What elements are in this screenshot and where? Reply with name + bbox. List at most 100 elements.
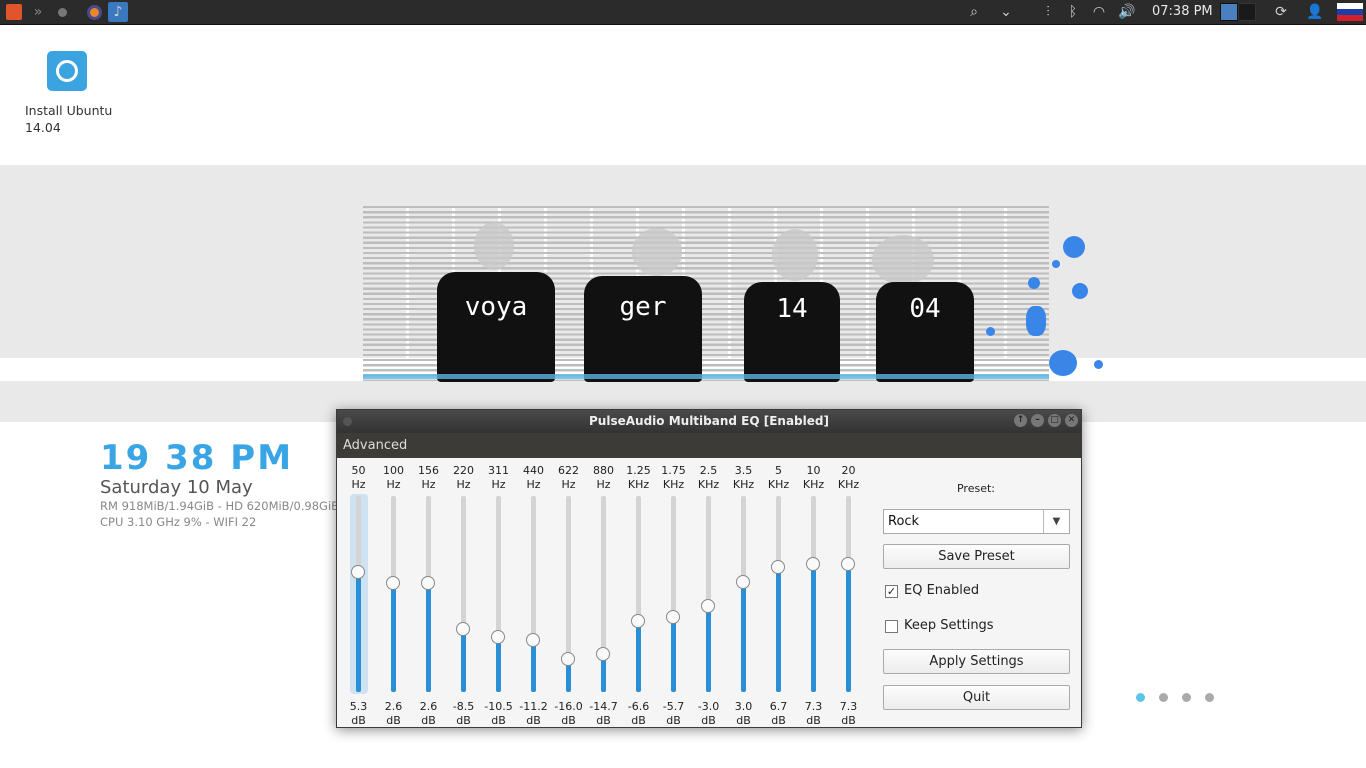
band-frequency-unit: KHz <box>767 478 790 491</box>
circle-icon[interactable] <box>54 2 70 22</box>
bluetooth-icon[interactable]: ᛒ <box>1064 2 1082 22</box>
preset-value: Rock <box>888 514 920 529</box>
volume-icon[interactable]: 🔊 <box>1116 2 1138 22</box>
forward-icon[interactable]: » <box>28 2 48 22</box>
quit-button[interactable]: Quit <box>883 685 1070 710</box>
band-slider-knob[interactable] <box>771 559 785 574</box>
band-value: -10.5 <box>484 700 513 713</box>
band-frequency: 1.75 <box>661 464 686 477</box>
eq-band: 100 Hz 2.6 dB <box>376 464 411 727</box>
band-slider-knob[interactable] <box>386 576 400 591</box>
wifi-icon[interactable]: ◠ <box>1088 2 1110 22</box>
band-frequency-unit: Hz <box>561 478 576 491</box>
band-frequency-unit: Hz <box>351 478 366 491</box>
band-slider-knob[interactable] <box>806 557 820 572</box>
band-frequency: 10 <box>806 464 821 477</box>
band-value: -16.0 <box>554 700 583 713</box>
chevron-down-icon[interactable]: ⌄ <box>996 2 1016 22</box>
eq-band: 50 Hz 5.3 dB <box>341 464 376 727</box>
workspace-icon[interactable] <box>1218 2 1258 22</box>
shirt-text: 04 <box>909 294 941 324</box>
slide-dot-2[interactable] <box>1159 693 1168 702</box>
search-icon[interactable]: ⌕ <box>964 2 984 22</box>
slide-dot-3[interactable] <box>1182 693 1191 702</box>
band-frequency: 156 <box>418 464 439 477</box>
band-value: 7.3 <box>839 700 858 713</box>
band-frequency-unit: KHz <box>732 478 755 491</box>
band-slider-fill <box>636 620 641 692</box>
band-slider-knob[interactable] <box>736 574 750 589</box>
band-slider-knob[interactable] <box>841 557 855 572</box>
preset-combobox[interactable]: Rock ▼ <box>883 509 1070 534</box>
slide-dot-4[interactable] <box>1205 693 1214 702</box>
dropdown-arrow-icon[interactable]: ▼ <box>1043 510 1069 533</box>
panel-clock[interactable]: 07:38 PM <box>1152 4 1213 19</box>
install-ubuntu-icon[interactable] <box>47 51 87 91</box>
band-value-unit: dB <box>351 714 366 727</box>
band-value: 3.0 <box>734 700 753 713</box>
band-value: -14.7 <box>589 700 618 713</box>
band-value: 7.3 <box>804 700 823 713</box>
save-preset-button[interactable]: Save Preset <box>883 544 1070 569</box>
minimize-icon[interactable]: – <box>1031 414 1044 427</box>
eq-band: 3.5 KHz 3.0 dB <box>726 464 761 727</box>
ubuntu-logo-icon[interactable] <box>4 2 24 22</box>
close-icon[interactable]: ✕ <box>1065 414 1078 427</box>
band-slider-fill <box>811 564 816 692</box>
band-slider-knob[interactable] <box>456 621 470 636</box>
refresh-icon[interactable]: ⟳ <box>1270 2 1292 22</box>
band-value: -5.7 <box>662 700 685 713</box>
band-frequency-unit: Hz <box>386 478 401 491</box>
slide-dot-1[interactable] <box>1136 693 1145 702</box>
band-frequency-unit: Hz <box>491 478 506 491</box>
band-slider-fill <box>706 606 711 692</box>
window-menu-icon[interactable] <box>343 417 352 426</box>
eq-band: 880 Hz -14.7 dB <box>586 464 621 727</box>
window-titlebar[interactable]: PulseAudio Multiband EQ [Enabled] ↑ – □ … <box>337 410 1081 433</box>
user-icon[interactable]: 👤 <box>1304 2 1326 22</box>
sound-app-icon[interactable]: ♪ <box>108 2 128 22</box>
band-value-unit: dB <box>421 714 436 727</box>
band-slider-knob[interactable] <box>561 652 575 667</box>
band-slider-fill <box>671 617 676 692</box>
band-slider-knob[interactable] <box>526 632 540 647</box>
menu-advanced[interactable]: Advanced <box>343 438 407 453</box>
band-slider-knob[interactable] <box>596 647 610 662</box>
band-slider-knob[interactable] <box>351 565 365 580</box>
firefox-icon[interactable] <box>84 2 104 22</box>
keep-settings-label: Keep Settings <box>904 618 994 633</box>
band-frequency-unit: Hz <box>526 478 541 491</box>
band-slider-fill <box>741 581 746 692</box>
install-ubuntu-label[interactable]: Install Ubuntu 14.04 <box>25 102 125 136</box>
band-frequency-unit: KHz <box>802 478 825 491</box>
band-slider-knob[interactable] <box>631 613 645 628</box>
conky-time: 19 38 PM <box>100 438 294 478</box>
shirt-text: voya <box>464 292 528 322</box>
apply-settings-button[interactable]: Apply Settings <box>883 649 1070 674</box>
band-slider-knob[interactable] <box>701 599 715 614</box>
eq-enabled-checkbox[interactable]: ✓ <box>885 585 898 598</box>
maximize-icon[interactable]: □ <box>1048 414 1061 427</box>
window-title: PulseAudio Multiband EQ [Enabled] <box>589 414 829 428</box>
eq-band: 220 Hz -8.5 dB <box>446 464 481 727</box>
band-slider-fill <box>776 566 781 692</box>
band-slider-fill <box>356 572 361 692</box>
band-value-unit: dB <box>456 714 471 727</box>
band-slider-fill <box>531 639 536 692</box>
band-value-unit: dB <box>736 714 751 727</box>
band-slider-fill <box>391 583 396 692</box>
band-slider-knob[interactable] <box>666 610 680 625</box>
band-value: -8.5 <box>452 700 475 713</box>
band-frequency-unit: KHz <box>697 478 720 491</box>
mixer-icon[interactable]: ⫶ <box>1038 2 1058 22</box>
eq-band: 1.75 KHz -5.7 dB <box>656 464 691 727</box>
band-slider-knob[interactable] <box>421 576 435 591</box>
eq-enabled-label: EQ Enabled <box>904 583 980 598</box>
keep-settings-checkbox[interactable] <box>885 620 898 633</box>
conky-memory: RM 918MiB/1.94GiB - HD 620MiB/0.98GiB <box>100 499 336 513</box>
band-value-unit: dB <box>631 714 646 727</box>
flag-icon[interactable] <box>1336 2 1364 22</box>
band-frequency: 622 <box>558 464 579 477</box>
window-up-icon[interactable]: ↑ <box>1014 414 1027 427</box>
band-slider-knob[interactable] <box>491 629 505 644</box>
